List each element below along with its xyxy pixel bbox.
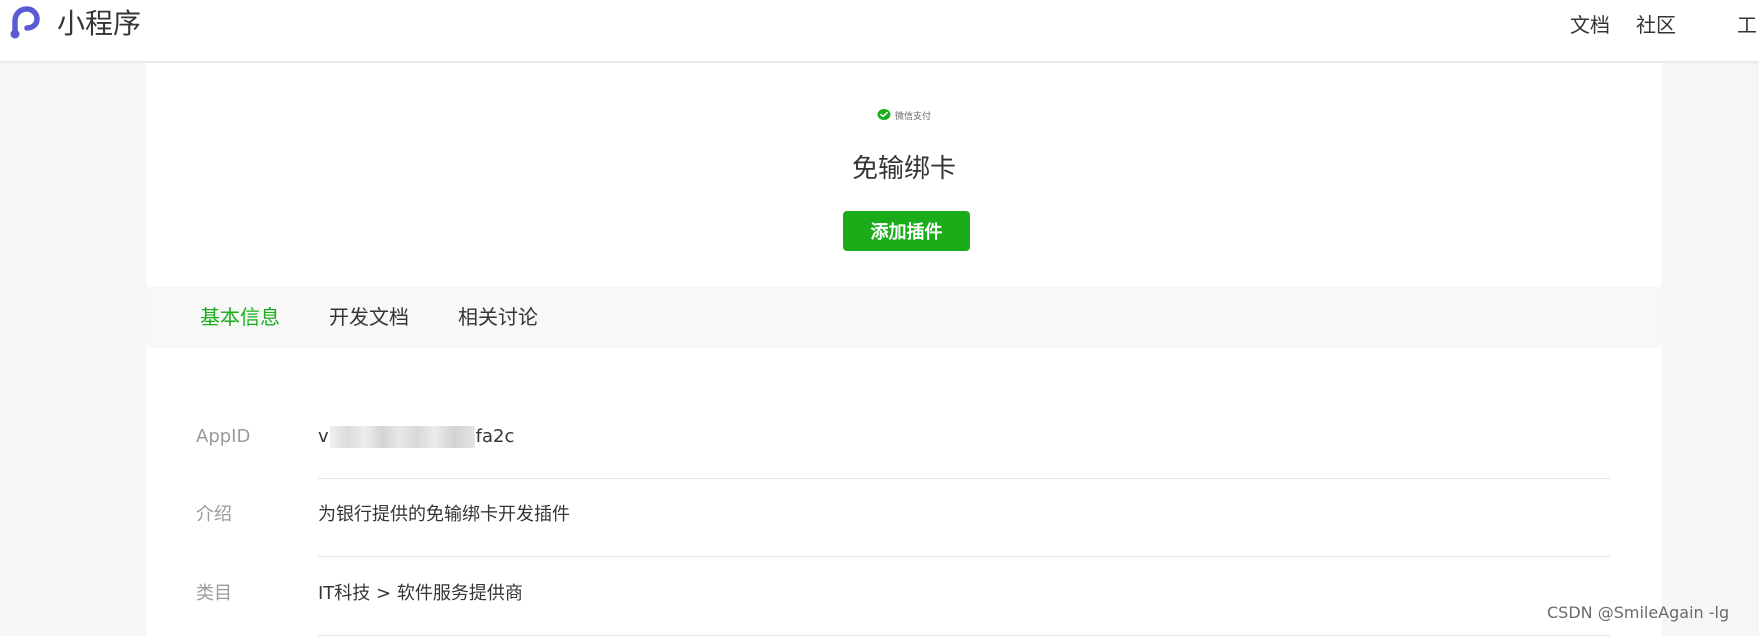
category-label: 类目 <box>196 583 232 604</box>
wechat-pay-text: 微信支付 <box>895 111 932 122</box>
plugin-title: 免输绑卡 <box>851 154 956 184</box>
nav-link-docs[interactable]: 文档 <box>1570 10 1610 40</box>
tab-basic-info[interactable]: 基本信息 <box>200 304 280 331</box>
intro-value: 为银行提供的免输绑卡开发插件 <box>318 504 570 525</box>
intro-label: 介绍 <box>196 504 232 525</box>
tab-discussions[interactable]: 相关讨论 <box>458 304 538 331</box>
top-navigation-bar: 小程序 文档 社区 工 <box>0 0 1759 62</box>
miniprogram-logo-icon[interactable] <box>6 3 46 43</box>
tab-bar: 基本信息 开发文档 相关讨论 <box>146 287 1662 348</box>
tab-dev-docs[interactable]: 开发文档 <box>329 304 409 331</box>
csdn-watermark: CSDN @SmileAgain -lg <box>1547 603 1730 622</box>
appid-label: AppID <box>196 426 251 447</box>
brand-title[interactable]: 小程序 <box>57 6 141 42</box>
row-divider <box>318 478 1610 479</box>
add-plugin-button[interactable]: 添加插件 <box>843 211 970 251</box>
appid-value: v fa2c <box>318 424 514 450</box>
row-divider <box>318 556 1610 557</box>
appid-suffix: fa2c <box>475 426 515 447</box>
appid-prefix: v <box>318 426 329 447</box>
nav-link-tools[interactable]: 工 <box>1737 10 1757 40</box>
category-value: IT科技 > 软件服务提供商 <box>318 583 523 604</box>
nav-link-community[interactable]: 社区 <box>1636 10 1676 40</box>
plugin-detail-card: 微信支付 免输绑卡 添加插件 基本信息 开发文档 相关讨论 AppID v fa2… <box>146 63 1662 636</box>
wechat-pay-icon <box>877 109 891 120</box>
wechat-pay-logo: 微信支付 <box>877 107 931 123</box>
appid-redaction-blur <box>329 426 475 448</box>
